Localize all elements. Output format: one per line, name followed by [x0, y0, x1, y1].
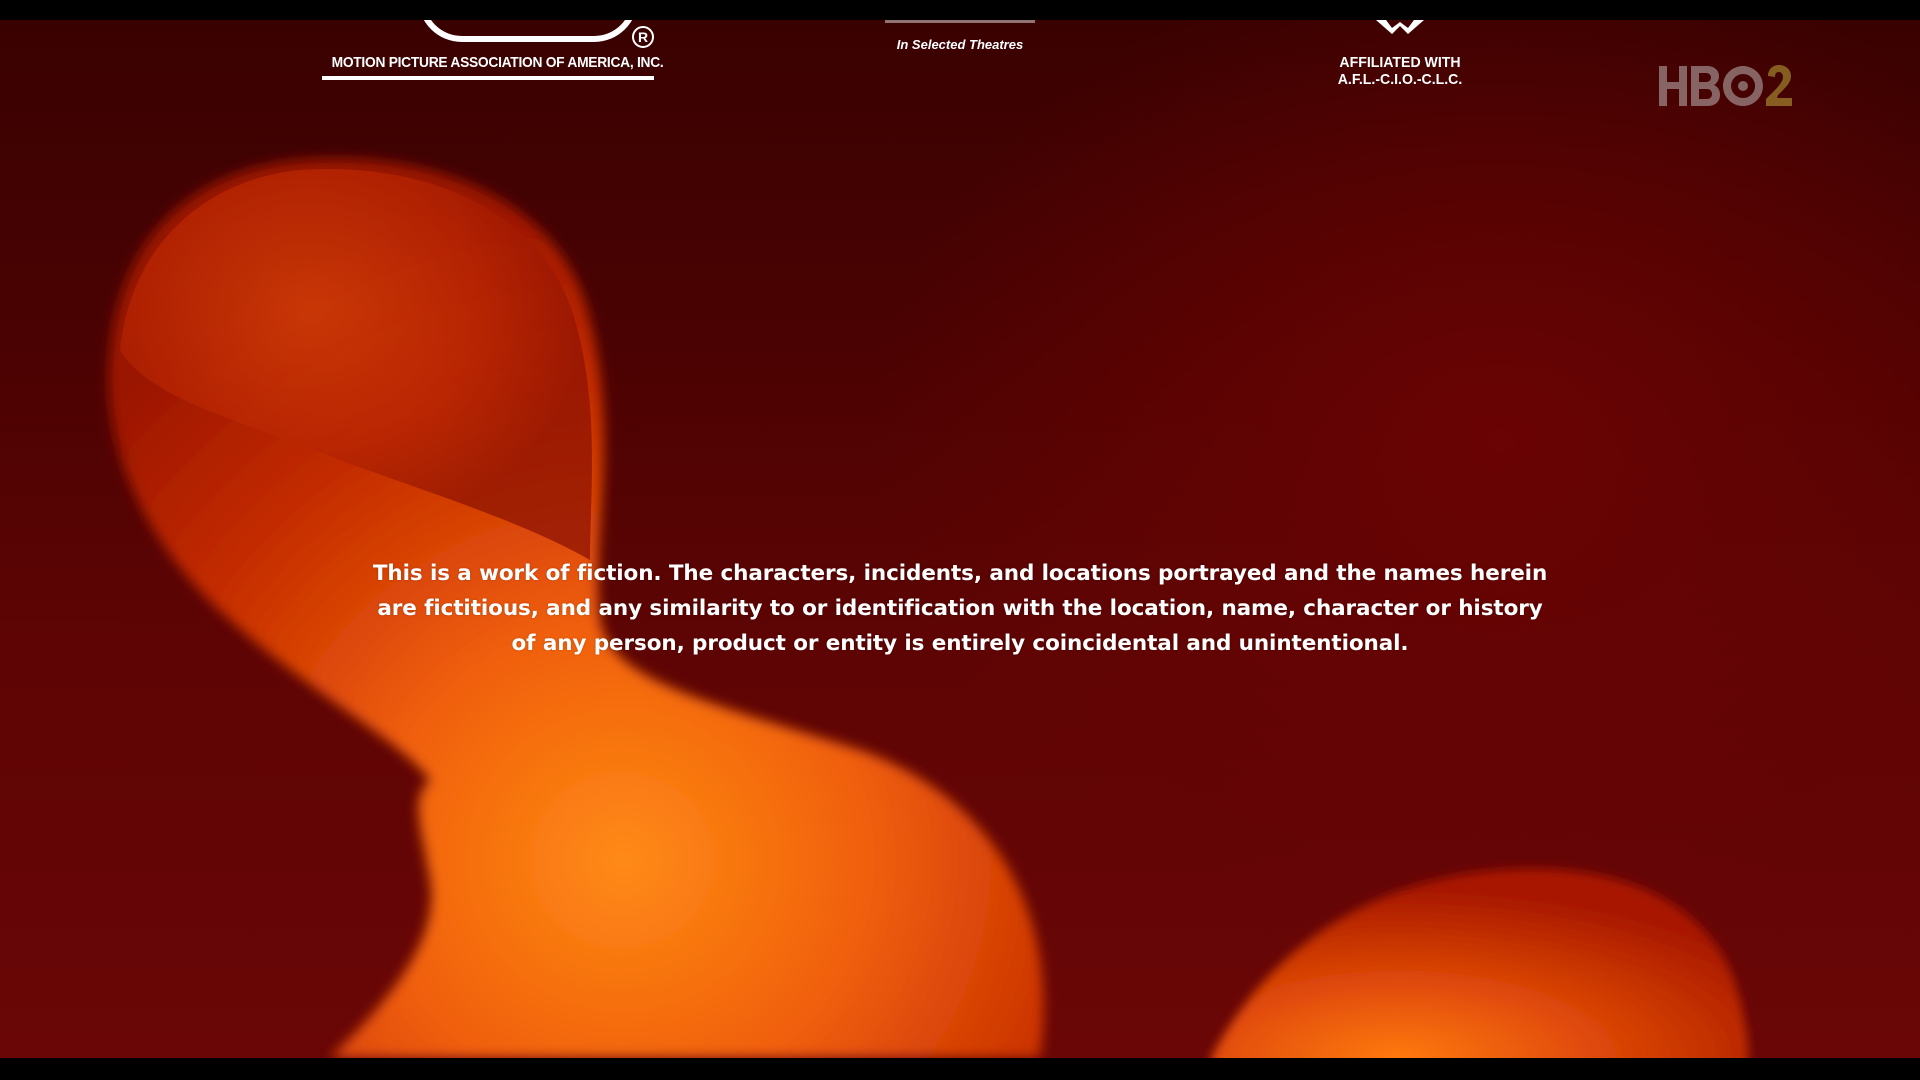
orange-blob-right [1180, 840, 1780, 1058]
mpaa-emblem-icon: R [368, 0, 654, 48]
mpaa-underline [322, 76, 654, 80]
union-logo: AFFILIATED WITH A.F.L.-C.I.O.-C.L.C. [1300, 20, 1500, 88]
selected-theatres-logo: In Selected Theatres [860, 20, 1060, 52]
registered-mark-icon: R [632, 26, 654, 48]
union-line-1: AFFILIATED WITH [1339, 54, 1461, 71]
video-frame: R MOTION PICTURE ASSOCIATION OF AMERICA,… [0, 0, 1920, 1080]
theatres-text: In Selected Theatres [896, 37, 1024, 52]
orange-blob-left [0, 20, 1100, 1058]
union-emblem-icon [1370, 20, 1430, 36]
mpaa-name: MOTION PICTURE ASSOCIATION OF AMERICA, I… [331, 54, 664, 71]
fiction-disclaimer: This is a work of fiction. The character… [300, 556, 1620, 661]
disclaimer-line-2: are fictitious, and any similarity to or… [377, 596, 1543, 621]
union-line-2: A.F.L.-C.I.O.-C.L.C. [1337, 71, 1463, 88]
letterbox-top [0, 0, 1920, 20]
letterbox-bottom [0, 1058, 1920, 1080]
hbo2-logo-icon [1657, 62, 1793, 110]
disclaimer-line-3: of any person, product or entity is enti… [511, 631, 1409, 656]
disclaimer-line-1: This is a work of fiction. The character… [372, 561, 1548, 586]
background-scene [0, 20, 1920, 1058]
mpaa-logo: R MOTION PICTURE ASSOCIATION OF AMERICA,… [318, 0, 664, 80]
theatres-logo-mark-icon [885, 20, 1035, 23]
